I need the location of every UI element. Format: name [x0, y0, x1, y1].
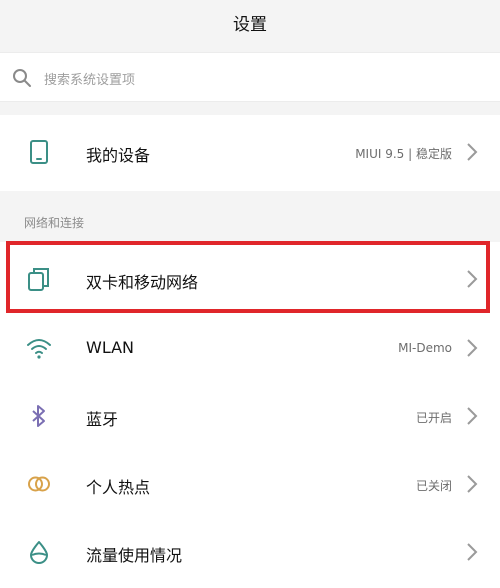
wlan-network-name: MI-Demo	[398, 341, 452, 355]
section-title-network: 网络和连接	[24, 216, 85, 230]
data-usage-label: 流量使用情况	[86, 546, 183, 565]
bluetooth-row[interactable]: 蓝牙 已开启	[0, 384, 500, 450]
hotspot-icon	[28, 476, 50, 492]
chevron-right-icon	[467, 475, 478, 493]
device-version: MIUI 9.5 | 稳定版	[355, 147, 452, 161]
my-device-label: 我的设备	[86, 146, 151, 165]
network-card: 双卡和移动网络 WLAN MI-Demo 蓝牙 已开启 个人热点 已关闭 流量使…	[0, 242, 500, 588]
chevron-right-icon	[467, 143, 478, 161]
data-usage-icon	[30, 541, 48, 564]
data-usage-row[interactable]: 流量使用情况	[0, 520, 500, 586]
bluetooth-icon	[32, 405, 45, 427]
hotspot-label: 个人热点	[86, 478, 151, 497]
page-title: 设置	[233, 15, 267, 35]
dual-sim-icon	[28, 268, 49, 291]
device-card: 我的设备 MIUI 9.5 | 稳定版	[0, 115, 500, 191]
hotspot-status: 已关闭	[415, 479, 452, 493]
dual-sim-label: 双卡和移动网络	[86, 273, 199, 292]
bluetooth-status: 已开启	[415, 411, 452, 425]
my-device-row[interactable]: 我的设备 MIUI 9.5 | 稳定版	[0, 120, 500, 186]
wlan-row[interactable]: WLAN MI-Demo	[0, 316, 500, 382]
search-icon	[13, 69, 31, 87]
bluetooth-label: 蓝牙	[86, 410, 119, 429]
chevron-right-icon	[467, 407, 478, 425]
search-bar[interactable]: 搜索系统设置项	[0, 52, 500, 102]
title-bar: 设置	[0, 0, 500, 45]
chevron-right-icon	[467, 270, 478, 288]
chevron-right-icon	[467, 543, 478, 561]
chevron-right-icon	[467, 339, 478, 357]
phone-icon	[30, 140, 48, 164]
search-placeholder: 搜索系统设置项	[44, 73, 136, 88]
dual-sim-row[interactable]: 双卡和移动网络	[0, 247, 500, 313]
wifi-icon	[27, 339, 51, 359]
hotspot-row[interactable]: 个人热点 已关闭	[0, 452, 500, 518]
wlan-label: WLAN	[86, 338, 135, 357]
